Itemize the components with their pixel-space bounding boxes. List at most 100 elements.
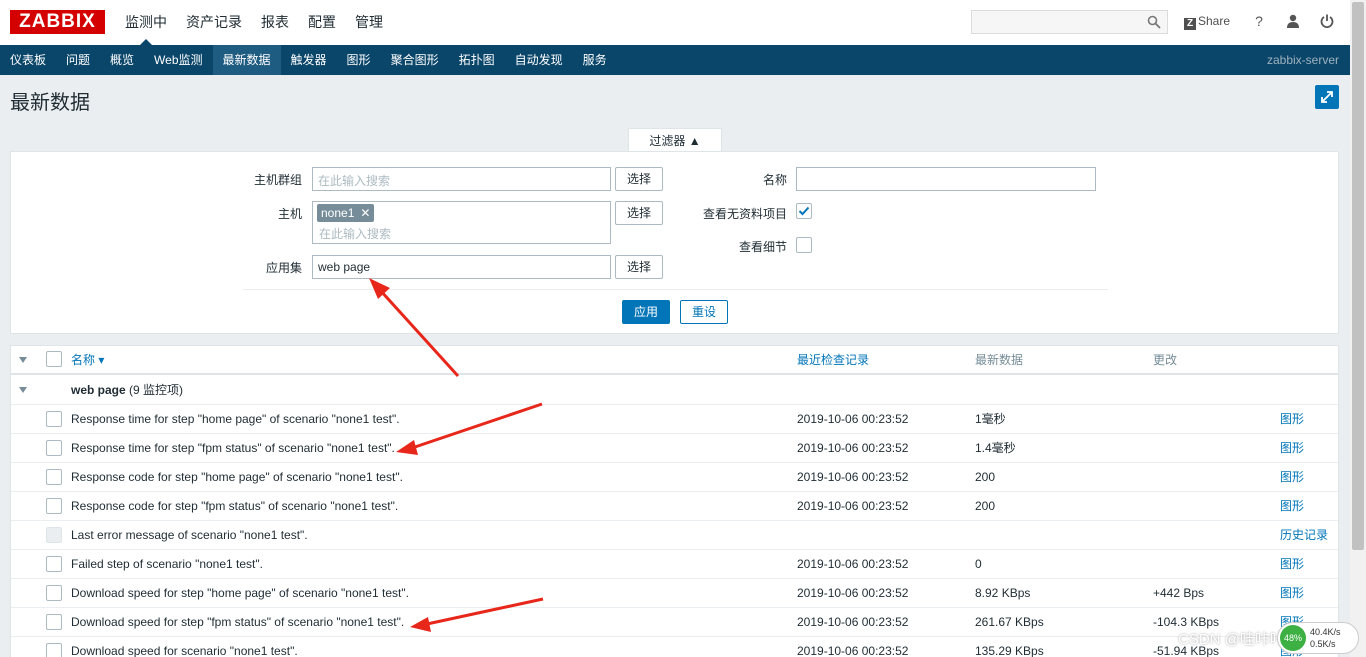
item-name: Download speed for step "home page" of s… xyxy=(71,586,409,600)
last-value: 135.29 KBps xyxy=(975,644,1044,657)
subnav-web[interactable]: Web监测 xyxy=(144,45,212,75)
main-menu: 监测中 资产记录 报表 配置 管理 xyxy=(117,0,394,45)
last-value: 1毫秒 xyxy=(975,412,1006,426)
application-select-button[interactable]: 选择 xyxy=(615,255,663,279)
collapse-all-icon[interactable] xyxy=(19,357,27,363)
menu-administration[interactable]: 管理 xyxy=(347,0,391,45)
zabbix-logo[interactable]: ZABBIX xyxy=(10,10,105,34)
action-link[interactable]: 图形 xyxy=(1280,405,1304,433)
group-count: (9 监控项) xyxy=(129,383,184,397)
subnav-problems[interactable]: 问题 xyxy=(56,45,100,75)
action-link[interactable]: 图形 xyxy=(1280,434,1304,462)
group-title: web page (9 监控项) xyxy=(71,376,183,404)
network-percent: 48% xyxy=(1280,625,1306,651)
host-group-label: 主机群组 xyxy=(253,173,302,187)
action-link[interactable]: 历史记录 xyxy=(1280,521,1328,549)
last-check-time: 2019-10-06 00:23:52 xyxy=(797,644,909,657)
item-name: Response time for step "home page" of sc… xyxy=(71,412,400,426)
reset-button[interactable]: 重设 xyxy=(680,300,728,324)
group-name: web page xyxy=(71,383,126,397)
remove-tag-icon[interactable]: ✕ xyxy=(360,206,370,220)
host-tag-label: none1 xyxy=(321,206,355,220)
table-row: Download speed for step "fpm status" of … xyxy=(11,608,1338,637)
table-row: Response code for step "fpm status" of s… xyxy=(11,492,1338,521)
last-value: 261.67 KBps xyxy=(975,615,1044,629)
subnav-screens[interactable]: 聚合图形 xyxy=(381,45,449,75)
table-row: Download speed for step "home page" of s… xyxy=(11,579,1338,608)
row-checkbox[interactable] xyxy=(46,614,62,630)
user-profile-icon[interactable] xyxy=(1284,12,1302,30)
share-icon: Z xyxy=(1184,18,1196,30)
column-last-check-header[interactable]: 最近检查记录 xyxy=(797,346,869,374)
subnav-triggers[interactable]: 触发器 xyxy=(281,45,337,75)
menu-monitoring[interactable]: 监测中 xyxy=(117,0,175,45)
show-details-checkbox[interactable] xyxy=(796,237,812,253)
subnav-dashboard[interactable]: 仪表板 xyxy=(0,45,56,75)
action-link[interactable]: 图形 xyxy=(1280,463,1304,491)
subnav-discovery[interactable]: 自动发现 xyxy=(505,45,573,75)
table-row: Last error message of scenario "none1 te… xyxy=(11,521,1338,550)
checkmark-icon xyxy=(798,206,810,216)
action-link[interactable]: 图形 xyxy=(1280,550,1304,578)
last-check-time: 2019-10-06 00:23:52 xyxy=(797,557,909,571)
host-group-select-button[interactable]: 选择 xyxy=(615,167,663,191)
row-checkbox[interactable] xyxy=(46,498,62,514)
show-no-data-checkbox[interactable] xyxy=(796,203,812,219)
row-checkbox[interactable] xyxy=(46,585,62,601)
subnav-services[interactable]: 服务 xyxy=(573,45,617,75)
collapse-group-icon[interactable] xyxy=(19,387,27,393)
host-select-button[interactable]: 选择 xyxy=(615,201,663,225)
row-checkbox[interactable] xyxy=(46,643,62,657)
filter-divider xyxy=(243,289,1108,290)
application-input[interactable]: web page xyxy=(312,255,611,279)
last-check-time: 2019-10-06 00:23:52 xyxy=(797,586,909,600)
item-name: Download speed for scenario "none1 test"… xyxy=(71,644,298,657)
name-input[interactable] xyxy=(796,167,1096,191)
host-input[interactable]: none1 ✕ 在此输入搜索 xyxy=(312,201,611,244)
net-down: 0.5K/s xyxy=(1310,639,1336,649)
row-checkbox[interactable] xyxy=(46,411,62,427)
row-checkbox[interactable] xyxy=(46,440,62,456)
select-all-checkbox[interactable] xyxy=(46,351,62,367)
last-value: 200 xyxy=(975,470,996,484)
share-link[interactable]: Z Share xyxy=(1184,14,1230,30)
menu-inventory[interactable]: 资产记录 xyxy=(178,0,250,45)
name-label: 名称 xyxy=(762,173,787,187)
last-value: 200 xyxy=(975,499,996,513)
last-check-time: 2019-10-06 00:23:52 xyxy=(797,499,909,513)
last-value: 8.92 KBps xyxy=(975,586,1031,600)
help-icon[interactable]: ? xyxy=(1250,12,1268,30)
column-name-header[interactable]: 名称 ▾ xyxy=(71,346,104,374)
apply-button[interactable]: 应用 xyxy=(622,300,670,324)
search-icon[interactable] xyxy=(1147,15,1161,29)
row-checkbox[interactable] xyxy=(46,469,62,485)
last-check-time: 2019-10-06 00:23:52 xyxy=(797,470,909,484)
application-label: 应用集 xyxy=(265,261,302,275)
tab-filter[interactable]: 过滤器 ▲ xyxy=(628,128,722,152)
table-row: Response time for step "home page" of sc… xyxy=(11,405,1338,434)
network-speed-widget[interactable]: 48% 40.4K/s 0.5K/s xyxy=(1277,622,1359,654)
global-search-input[interactable] xyxy=(971,10,1168,34)
scrollbar-thumb[interactable] xyxy=(1352,2,1364,550)
table-row: Response code for step "home page" of sc… xyxy=(11,463,1338,492)
subnav-maps[interactable]: 拓扑图 xyxy=(449,45,505,75)
logout-icon[interactable] xyxy=(1318,12,1336,30)
change-value: +442 Bps xyxy=(1153,586,1205,600)
fullscreen-button[interactable] xyxy=(1315,85,1339,109)
item-name: Failed step of scenario "none1 test". xyxy=(71,557,263,571)
row-checkbox[interactable] xyxy=(46,556,62,572)
menu-configuration[interactable]: 配置 xyxy=(300,0,344,45)
network-speeds: 40.4K/s 0.5K/s xyxy=(1310,626,1341,650)
action-link[interactable]: 图形 xyxy=(1280,579,1304,607)
subnav-latest-data[interactable]: 最新数据 xyxy=(212,45,281,75)
host-group-input[interactable]: 在此输入搜索 xyxy=(312,167,611,191)
host-tag[interactable]: none1 ✕ xyxy=(317,204,375,222)
row-checkbox xyxy=(46,527,62,543)
item-name: Response time for step "fpm status" of s… xyxy=(71,441,395,455)
subnav-overview[interactable]: 概览 xyxy=(100,45,144,75)
action-link[interactable]: 图形 xyxy=(1280,492,1304,520)
item-name: Last error message of scenario "none1 te… xyxy=(71,528,308,542)
top-header: ZABBIX 监测中 资产记录 报表 配置 管理 Z Share ? xyxy=(0,0,1350,45)
subnav-graphs[interactable]: 图形 xyxy=(337,45,381,75)
menu-reports[interactable]: 报表 xyxy=(253,0,297,45)
